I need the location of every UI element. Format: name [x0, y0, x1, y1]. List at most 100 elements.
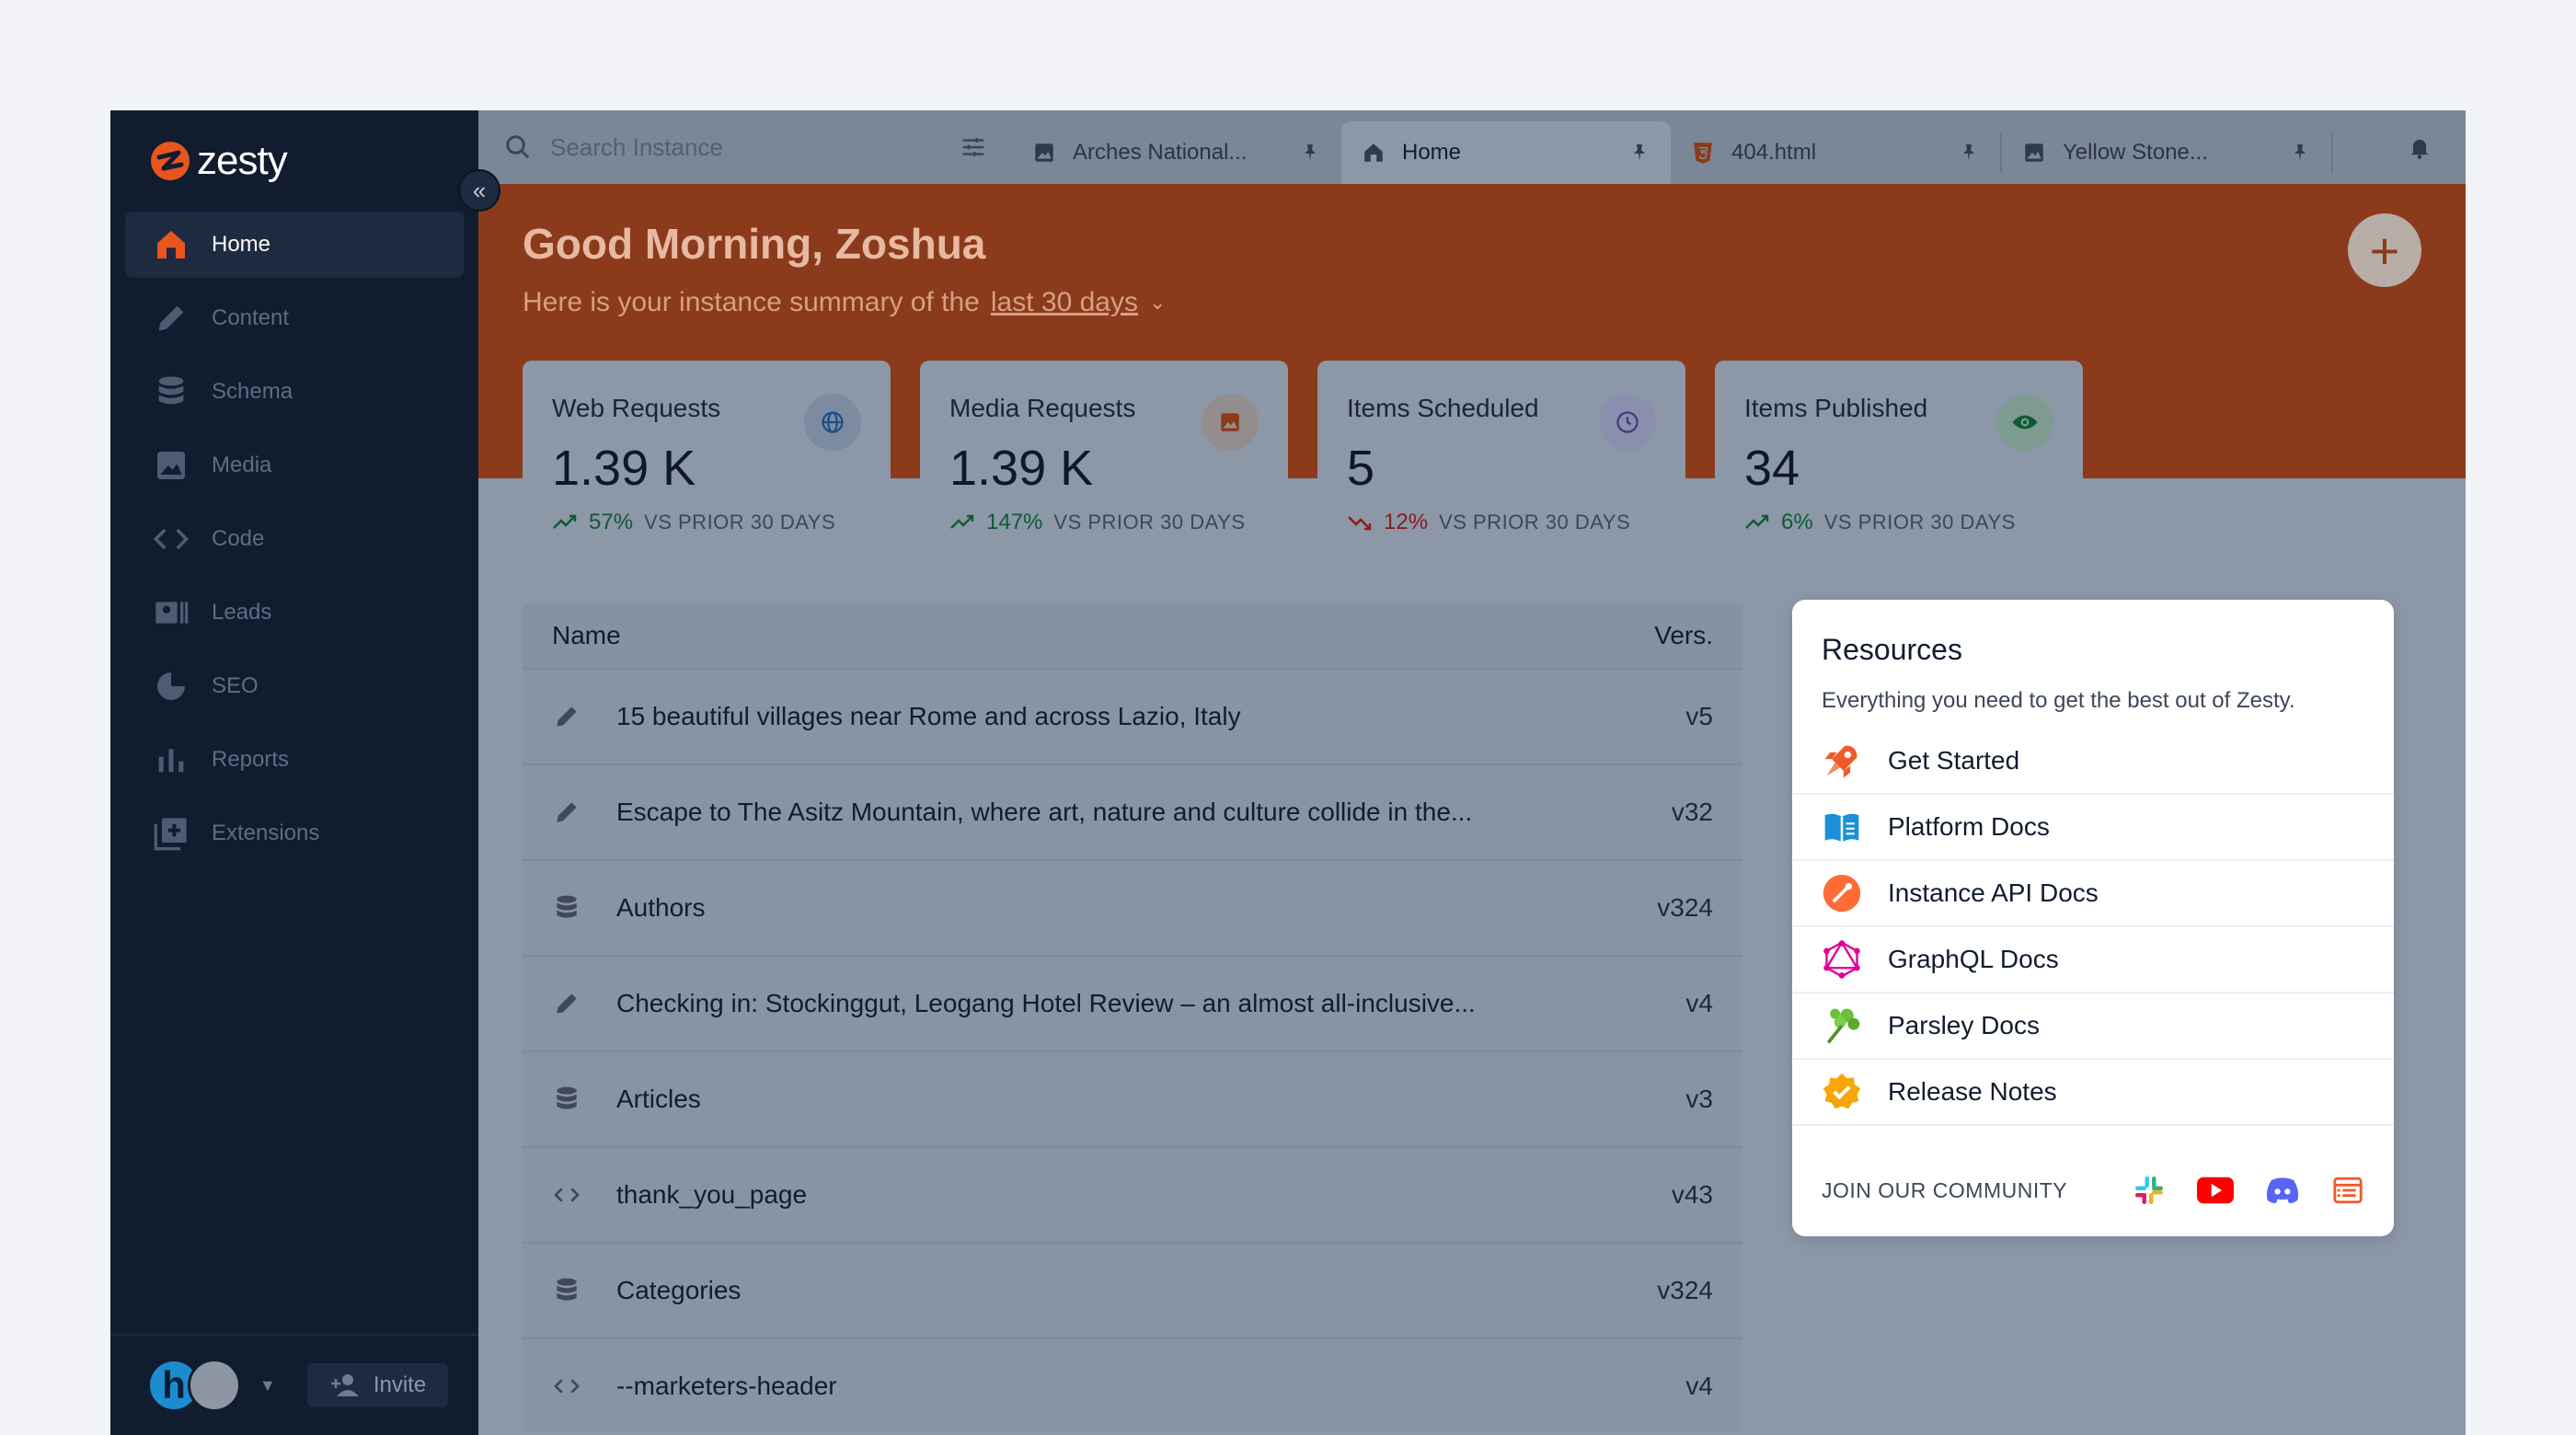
table-header: Name Vers.: [523, 603, 1742, 668]
youtube-icon[interactable]: [2197, 1177, 2234, 1204]
zesty-logo[interactable]: zesty: [149, 138, 288, 184]
image-icon: [2025, 144, 2043, 162]
search-bar[interactable]: Search Instance: [478, 110, 1012, 184]
stat-value: 1.39 K: [552, 441, 696, 496]
bell-icon[interactable]: [2407, 133, 2432, 161]
discord-icon[interactable]: [2265, 1177, 2300, 1204]
resources-title: Resources: [1822, 633, 1962, 666]
pencil-icon: [158, 305, 184, 331]
table-row[interactable]: thank_you_page v43: [523, 1146, 1742, 1242]
table-row[interactable]: Authors v324: [523, 859, 1742, 955]
column-header-version[interactable]: Vers.: [1654, 621, 1713, 650]
database-icon: [552, 1085, 585, 1114]
search-input[interactable]: Search Instance: [550, 133, 723, 162]
sidebar-item-seo[interactable]: SEO: [125, 653, 464, 719]
globe-icon: [822, 411, 844, 433]
html5-icon: [1694, 143, 1712, 164]
resources-popover: Resources Everything you need to get the…: [1792, 600, 2394, 1236]
sidebar-item-label: Code: [212, 526, 265, 551]
stat-icon-wrap: [1599, 394, 1656, 451]
invite-button[interactable]: Invite: [306, 1363, 449, 1407]
trending-up-icon: [1745, 514, 1769, 529]
pin-icon[interactable]: [1628, 142, 1650, 164]
resource-label: GraphQL Docs: [1888, 945, 2059, 973]
sidebar-item-extensions[interactable]: Extensions: [125, 800, 464, 867]
sidebar-item-media[interactable]: Media: [125, 432, 464, 499]
pin-icon[interactable]: [2289, 142, 2311, 164]
resource-graphql-docs[interactable]: GraphQL Docs: [1792, 927, 2394, 993]
pin-icon[interactable]: [1299, 142, 1321, 164]
table-row[interactable]: Checking in: Stockinggut, Leogang Hotel …: [523, 955, 1742, 1050]
sidebar-nav: Home Content Schema Media Code Leads SEO…: [125, 212, 464, 874]
database-icon: [552, 893, 585, 923]
stat-card-web-requests[interactable]: Web Requests 1.39 K 57% VS PRIOR 30 DAYS: [523, 361, 891, 568]
stat-card-items-published[interactable]: Items Published 34 6% VS PRIOR 30 DAYS: [1715, 361, 2083, 568]
table-row[interactable]: --marketers-header v4: [523, 1337, 1742, 1433]
date-range-dropdown[interactable]: last 30 days: [991, 287, 1138, 318]
tab-arches-national[interactable]: Arches National...: [1012, 121, 1341, 184]
stat-card-media-requests[interactable]: Media Requests 1.39 K 147% VS PRIOR 30 D…: [920, 361, 1288, 568]
resources-subtitle: Everything you need to get the best out …: [1822, 688, 2295, 713]
sidebar-item-leads[interactable]: Leads: [125, 580, 464, 646]
search-icon: [506, 135, 530, 159]
user-avatar[interactable]: [188, 1359, 241, 1412]
pin-icon[interactable]: [1958, 142, 1980, 164]
sidebar-item-label: Extensions: [212, 821, 320, 845]
book-icon: [1824, 813, 1859, 843]
sidebar-item-label: Reports: [212, 747, 290, 772]
table-row[interactable]: Articles v3: [523, 1050, 1742, 1146]
pencil-icon: [552, 798, 585, 827]
table-row[interactable]: Categories v324: [523, 1242, 1742, 1337]
chevron-down-icon[interactable]: ⌄: [1149, 291, 1166, 315]
zesty-community-icon[interactable]: [2331, 1175, 2364, 1206]
sidebar-item-content[interactable]: Content: [125, 285, 464, 351]
row-version: v324: [1657, 1276, 1713, 1304]
filter-sliders-icon[interactable]: [959, 133, 988, 161]
stat-card-items-scheduled[interactable]: Items Scheduled 5 12% VS PRIOR 30 DAYS: [1317, 361, 1685, 568]
tab-404-html[interactable]: 404.html: [1671, 121, 2000, 184]
table-row[interactable]: 15 beautiful villages near Rome and acro…: [523, 668, 1742, 763]
resource-platform-docs[interactable]: Platform Docs: [1792, 795, 2394, 861]
table-row[interactable]: Escape to The Asitz Mountain, where art,…: [523, 763, 1742, 859]
image-icon: [157, 452, 185, 479]
app-window: zesty Home Content Schema Media Code Lea…: [110, 110, 2466, 1435]
slack-icon[interactable]: [2133, 1174, 2166, 1207]
tab-yellow-stone[interactable]: Yellow Stone...: [2002, 121, 2331, 184]
resource-instance-api-docs[interactable]: Instance API Docs: [1792, 861, 2394, 927]
stat-value: 5: [1347, 441, 1375, 496]
sidebar-item-label: Schema: [212, 379, 293, 404]
collapse-sidebar-button[interactable]: «: [458, 169, 500, 212]
plus-icon: +: [2369, 221, 2400, 280]
stats-row: Web Requests 1.39 K 57% VS PRIOR 30 DAYS…: [523, 361, 2083, 568]
sidebar-item-code[interactable]: Code: [125, 506, 464, 572]
chevron-down-icon[interactable]: ▼: [259, 1376, 276, 1395]
sidebar-item-home[interactable]: Home: [125, 212, 464, 278]
pencil-icon: [552, 702, 585, 731]
sidebar-footer: h ▼ Invite: [110, 1334, 478, 1435]
top-bar: Search Instance Arches National... Home …: [478, 110, 2466, 184]
row-version: v3: [1685, 1085, 1713, 1113]
code-icon: [552, 1180, 585, 1210]
resource-release-notes[interactable]: Release Notes: [1792, 1060, 2394, 1126]
resource-label: Get Started: [1888, 746, 2020, 775]
resources-list: Get Started Platform Docs Instance API D…: [1792, 729, 2394, 1126]
database-icon: [552, 1276, 585, 1305]
double-chevron-left-icon: «: [472, 177, 487, 204]
row-name: Categories: [616, 1276, 742, 1304]
column-header-name[interactable]: Name: [552, 621, 621, 650]
social-links: [2133, 1174, 2364, 1207]
stat-change: 6% VS PRIOR 30 DAYS: [1744, 510, 2053, 535]
image-icon: [1035, 144, 1053, 162]
create-button[interactable]: +: [2348, 213, 2421, 287]
add-user-icon: [330, 1374, 359, 1396]
parsley-icon: [1826, 1008, 1860, 1044]
community-label: JOIN OUR COMMUNITY: [1822, 1177, 2068, 1202]
sidebar-item-schema[interactable]: Schema: [125, 359, 464, 425]
resource-parsley-docs[interactable]: Parsley Docs: [1792, 993, 2394, 1060]
resource-get-started[interactable]: Get Started: [1792, 729, 2394, 795]
tab-home[interactable]: Home: [1341, 121, 1671, 184]
tab-label: Home: [1402, 140, 1462, 165]
image-icon: [1221, 413, 1239, 431]
stat-change: 12% VS PRIOR 30 DAYS: [1347, 510, 1656, 535]
sidebar-item-reports[interactable]: Reports: [125, 727, 464, 793]
